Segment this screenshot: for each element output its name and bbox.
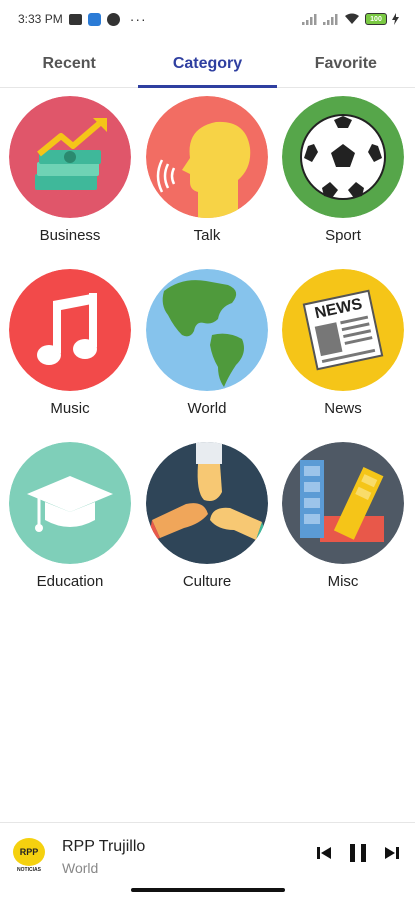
globe-icon [146,269,268,391]
money-chart-icon [9,96,131,218]
category-culture[interactable]: Culture [141,442,273,590]
category-label: Music [50,400,90,417]
category-tabs: Recent Category Favorite [0,40,415,88]
skip-previous-icon[interactable] [316,845,332,861]
category-label: Business [39,227,101,244]
station-logo: RPP NOTICIAS [13,838,45,873]
soccer-ball-icon [282,96,404,218]
home-indicator[interactable] [131,888,285,892]
pause-icon[interactable] [348,843,368,863]
category-music[interactable]: Music [4,269,136,417]
battery-icon: 100 [365,13,387,25]
category-label: Culture [182,573,232,590]
category-sport[interactable]: Sport [277,96,409,244]
newspaper-icon: NEWS [282,269,404,391]
category-label: Talk [193,227,221,244]
category-education[interactable]: Education [4,442,136,590]
tab-recent[interactable]: Recent [0,40,138,87]
skip-next-icon[interactable] [384,845,400,861]
category-talk[interactable]: Talk [141,96,273,244]
graduation-cap-icon [9,442,131,564]
signal-icon [323,13,338,25]
status-time: 3:33 PM [18,12,63,26]
category-label: Misc [327,573,359,590]
category-label: News [324,400,362,417]
mic-icon [106,12,120,26]
status-bar: 3:33 PM ··· 100 [0,0,415,38]
category-label: World [187,400,227,417]
category-label: Education [36,573,104,590]
tab-favorite[interactable]: Favorite [277,40,415,87]
message-icon [68,13,82,25]
category-news[interactable]: NEWS News [277,269,409,417]
signal-icon [302,13,317,25]
station-name: RPP Trujillo [62,838,146,855]
music-note-icon [9,269,131,391]
more-icon: ··· [129,11,147,27]
charging-icon [392,13,399,25]
talking-head-icon [146,96,268,218]
station-logo-subtext: NOTICIAS [17,867,42,873]
category-world[interactable]: World [141,269,273,417]
category-label: Sport [325,227,361,244]
category-business[interactable]: Business [4,96,136,244]
joined-hands-icon [146,442,268,564]
tab-category[interactable]: Category [138,40,277,88]
app-icon [87,12,101,26]
wifi-icon [345,13,359,24]
swatches-icon [282,442,404,564]
station-logo-text: RPP [20,847,39,857]
category-misc[interactable]: Misc [277,442,409,590]
station-category: World [62,860,99,876]
